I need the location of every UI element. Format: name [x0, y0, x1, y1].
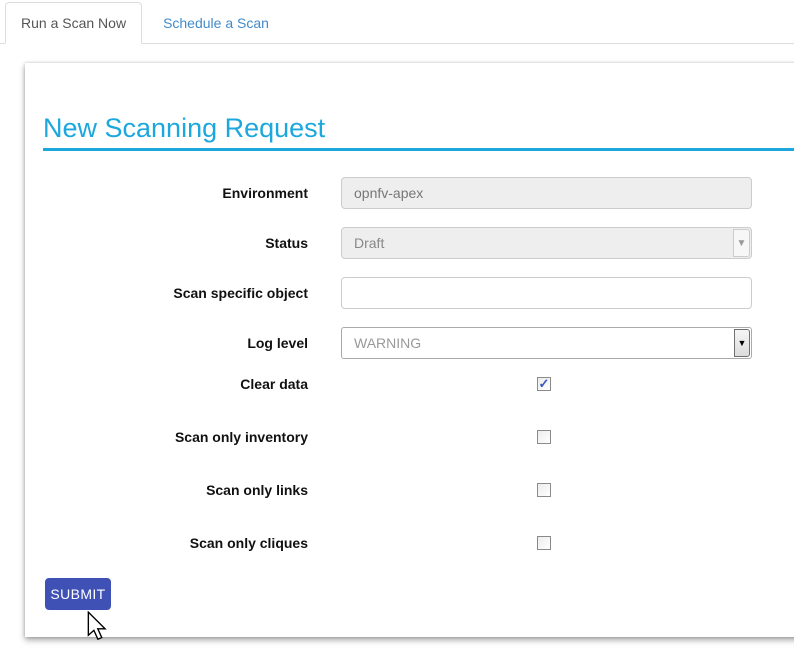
tab-bar: Run a Scan Now Schedule a Scan	[0, 2, 794, 44]
log-level-select-value: WARNING	[354, 335, 421, 351]
scan-only-inventory-row: Scan only inventory	[43, 430, 794, 444]
scan-only-inventory-label: Scan only inventory	[43, 429, 308, 445]
log-level-row: Log level WARNING ▼	[43, 327, 794, 359]
scan-request-card: New Scanning Request Environment Status …	[25, 63, 794, 637]
environment-row: Environment	[43, 177, 794, 209]
scan-only-cliques-label: Scan only cliques	[43, 535, 308, 551]
submit-button[interactable]: SUBMIT	[45, 578, 111, 610]
scan-only-inventory-checkbox[interactable]	[537, 430, 551, 444]
environment-label: Environment	[43, 185, 308, 201]
scan-specific-object-label: Scan specific object	[43, 285, 308, 301]
status-row: Status Draft ▼	[43, 227, 794, 259]
clear-data-row: Clear data ✓	[43, 377, 794, 391]
status-label: Status	[43, 235, 308, 251]
chevron-down-icon: ▼	[733, 229, 750, 257]
check-icon: ✓	[539, 377, 550, 390]
scan-only-cliques-row: Scan only cliques	[43, 536, 794, 550]
chevron-down-icon: ▼	[734, 329, 750, 357]
clear-data-label: Clear data	[43, 376, 308, 392]
environment-input	[341, 177, 752, 209]
page-title: New Scanning Request	[43, 113, 794, 151]
log-level-select[interactable]: WARNING ▼	[341, 327, 752, 359]
clear-data-checkbox[interactable]: ✓	[537, 377, 551, 391]
scan-only-links-label: Scan only links	[43, 482, 308, 498]
scan-specific-object-row: Scan specific object	[43, 277, 794, 309]
scan-specific-object-input[interactable]	[341, 277, 752, 309]
status-select-value: Draft	[354, 235, 384, 251]
scan-only-cliques-checkbox[interactable]	[537, 536, 551, 550]
tab-schedule-a-scan[interactable]: Schedule a Scan	[147, 2, 285, 44]
tab-run-a-scan-now[interactable]: Run a Scan Now	[5, 2, 142, 44]
new-scan-form: Environment Status Draft ▼ Scan specific…	[43, 177, 794, 610]
log-level-label: Log level	[43, 335, 308, 351]
scan-only-links-row: Scan only links	[43, 483, 794, 497]
scan-only-links-checkbox[interactable]	[537, 483, 551, 497]
status-select: Draft ▼	[341, 227, 752, 259]
